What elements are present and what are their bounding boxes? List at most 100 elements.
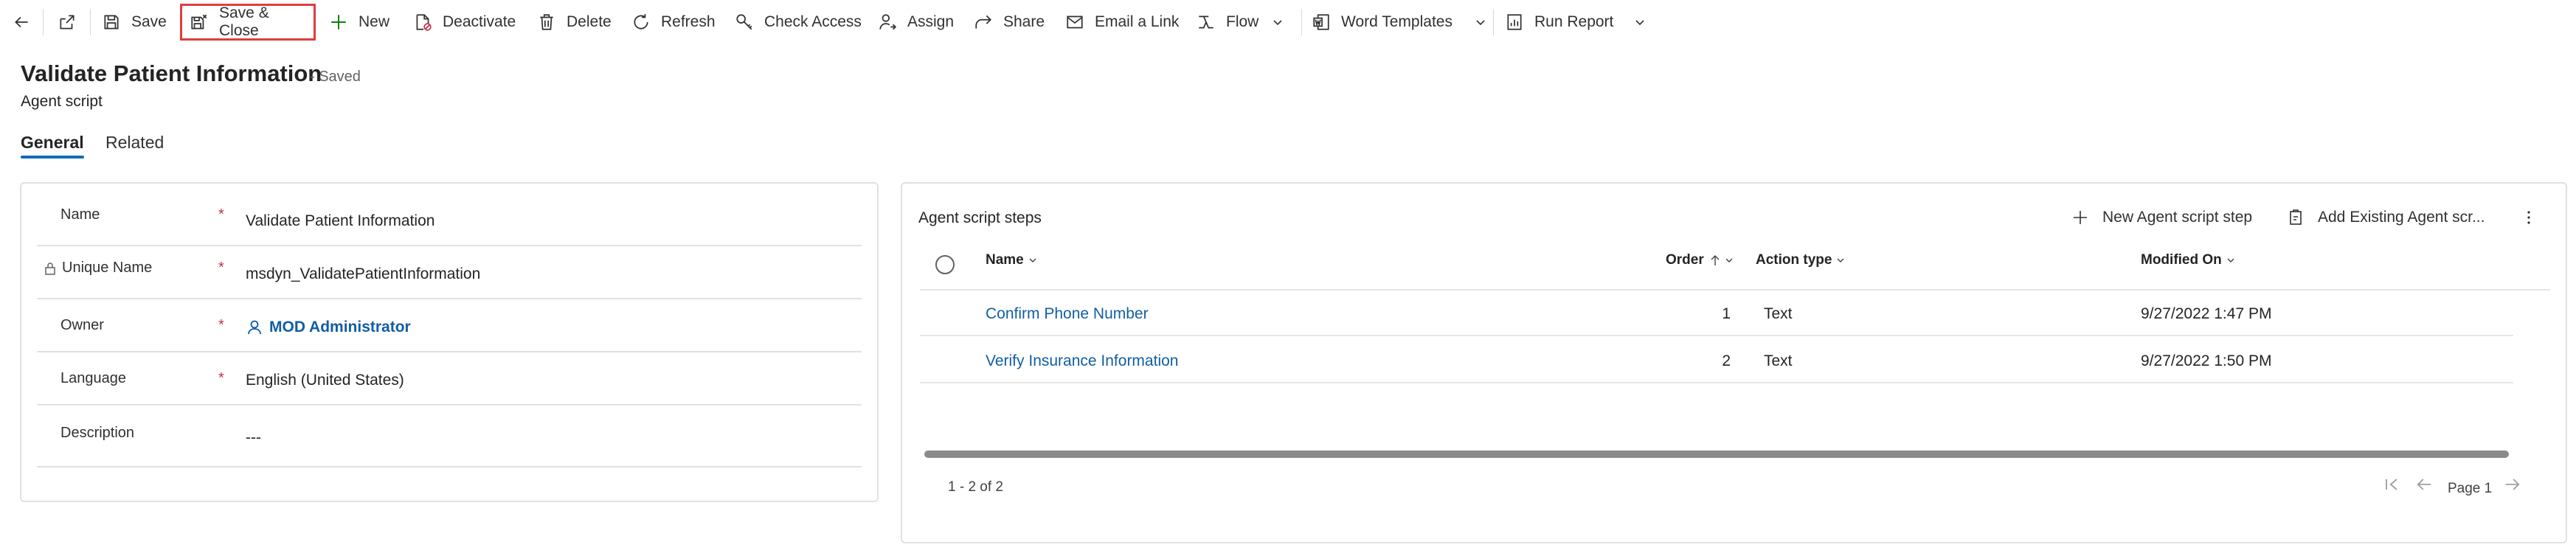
save-and-close-icon — [191, 14, 207, 29]
owner-name[interactable]: MOD Administrator — [269, 319, 411, 336]
subgrid-title: Agent script steps — [918, 209, 1042, 226]
refresh-label: Refresh — [661, 13, 716, 30]
open-in-new-window-button[interactable] — [49, 4, 86, 41]
open-in-new-window-icon — [60, 15, 75, 29]
new-agent-script-step-label: New Agent script step — [2102, 209, 2253, 226]
tab-related[interactable]: Related — [105, 133, 164, 153]
sort-ascending-icon — [1711, 255, 1720, 265]
step-order: 2 — [1722, 352, 1731, 369]
more-commands-button[interactable] — [2520, 201, 2551, 234]
column-header-modified-on[interactable]: Modified On — [2141, 252, 2235, 268]
chevron-down-icon — [1837, 258, 1844, 262]
run-report-label: Run Report — [1534, 13, 1614, 30]
divider — [1301, 9, 1302, 35]
chevron-down-icon — [1029, 258, 1036, 262]
tab-general[interactable]: General — [21, 133, 84, 153]
flow-button[interactable]: Flow — [1197, 4, 1284, 41]
select-all-checkbox[interactable] — [935, 255, 955, 274]
name-field[interactable]: Validate Patient Information — [246, 212, 434, 230]
refresh-icon — [634, 14, 648, 29]
step-name-link[interactable]: Confirm Phone Number — [986, 305, 1149, 323]
deactivate-button[interactable]: Deactivate — [413, 4, 516, 41]
entity-name: Agent script — [21, 93, 103, 110]
word-templates-button[interactable]: Word Templates — [1312, 4, 1486, 41]
column-header-action-type-label: Action type — [1756, 252, 1832, 268]
field-row-name: Name * Validate Patient Information — [37, 193, 862, 246]
step-name-link[interactable]: Verify Insurance Information — [986, 352, 1178, 370]
step-action-type: Text — [1764, 305, 1793, 322]
column-header-order[interactable]: Order — [1666, 252, 1734, 268]
owner-lookup-field[interactable]: MOD Administrator — [246, 319, 411, 336]
record-title: Validate Patient Information — [21, 60, 322, 86]
plus-icon — [331, 15, 346, 29]
column-header-modified-on-label: Modified On — [2141, 252, 2222, 268]
save-button[interactable]: Save — [102, 4, 167, 41]
row-divider — [920, 382, 2513, 383]
row-divider — [920, 335, 2513, 336]
next-page-icon[interactable] — [2502, 474, 2523, 495]
step-action-type: Text — [1764, 352, 1793, 369]
step-modified-on: 9/27/2022 1:47 PM — [2141, 305, 2272, 322]
horizontal-scrollbar[interactable] — [924, 451, 2509, 458]
record-count: 1 - 2 of 2 — [948, 479, 1003, 495]
person-icon — [248, 320, 261, 335]
flow-icon — [1199, 15, 1213, 29]
plus-icon — [2074, 211, 2087, 224]
previous-page-icon[interactable] — [2414, 474, 2434, 495]
save-and-close-button[interactable]: Save & Close — [180, 4, 316, 41]
back-button[interactable] — [3, 4, 40, 41]
required-marker: * — [218, 317, 224, 333]
description-field[interactable]: --- — [246, 429, 261, 447]
step-modified-on: 9/27/2022 1:50 PM — [2141, 352, 2272, 369]
column-header-action-type[interactable]: Action type — [1756, 252, 1845, 268]
divider — [43, 9, 44, 35]
field-label-unique-name: Unique Name — [43, 260, 152, 276]
save-status: - Saved — [310, 69, 361, 85]
share-icon — [975, 15, 991, 29]
lock-icon — [45, 262, 55, 275]
add-existing-agent-script-step-button[interactable]: Add Existing Agent scr... — [2287, 201, 2485, 234]
column-header-name[interactable]: Name — [986, 252, 1037, 268]
email-a-link-button[interactable]: Email a Link — [1065, 4, 1179, 41]
clipboard-icon — [2290, 209, 2302, 225]
chevron-down-icon — [1635, 20, 1644, 26]
assign-label: Assign — [907, 13, 955, 30]
key-icon — [736, 14, 752, 30]
back-arrow-icon — [15, 16, 28, 28]
save-and-close-label: Save & Close — [219, 4, 269, 39]
share-button[interactable]: Share — [974, 4, 1045, 41]
divider — [1493, 9, 1494, 35]
assign-button[interactable]: Assign — [878, 4, 954, 41]
field-label: Unique Name — [62, 260, 153, 276]
assign-person-icon — [879, 14, 897, 30]
active-tab-indicator — [21, 156, 84, 159]
share-label: Share — [1003, 13, 1045, 30]
command-bar: Save Save & Close New Deactivate Delete … — [0, 0, 2576, 44]
new-label: New — [359, 13, 390, 30]
more-vertical-icon — [2527, 211, 2530, 224]
report-icon — [1507, 14, 1522, 30]
delete-label: Delete — [567, 13, 612, 30]
new-agent-script-step-button[interactable]: New Agent script step — [2071, 201, 2252, 234]
field-row-description: Description --- — [37, 408, 862, 467]
chevron-down-icon — [1725, 258, 1733, 262]
add-existing-label: Add Existing Agent scr... — [2318, 209, 2485, 226]
field-label: Language — [60, 370, 126, 386]
delete-button[interactable]: Delete — [537, 4, 612, 41]
refresh-button[interactable]: Refresh — [631, 4, 716, 41]
field-label: Owner — [60, 317, 104, 333]
language-field[interactable]: English (United States) — [246, 372, 404, 389]
word-document-icon — [1313, 14, 1329, 30]
flow-label: Flow — [1226, 13, 1259, 30]
check-access-button[interactable]: Check Access — [735, 4, 862, 41]
field-row-unique-name: Unique Name * msdyn_ValidatePatientInfor… — [37, 246, 862, 299]
first-page-icon[interactable] — [2381, 474, 2402, 495]
run-report-button[interactable]: Run Report — [1505, 4, 1646, 41]
new-button[interactable]: New — [329, 4, 389, 41]
word-templates-label: Word Templates — [1341, 13, 1453, 30]
trash-icon — [540, 14, 553, 30]
envelope-icon — [1067, 15, 1083, 29]
page-number: Page 1 — [2448, 481, 2493, 496]
field-row-owner: Owner * MOD Administrator — [37, 299, 862, 352]
check-access-label: Check Access — [764, 13, 862, 30]
